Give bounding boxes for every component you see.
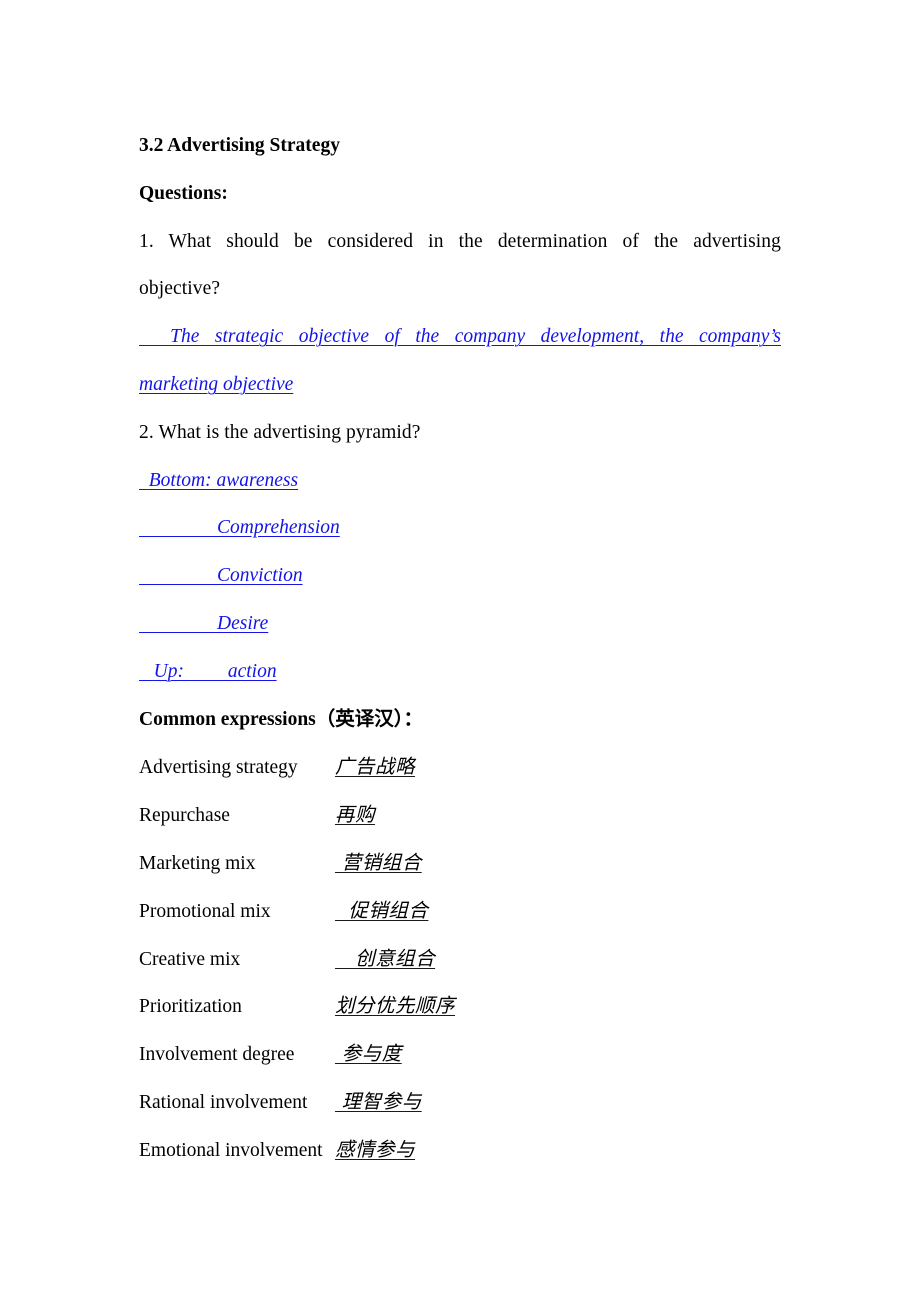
vocab-chinese: 再购 <box>335 803 376 827</box>
vocab-chinese: 创意组合 <box>335 946 436 970</box>
answer-underline-text: Conviction <box>139 565 303 587</box>
vocab-row: Involvement degree 参与度 <box>139 1030 781 1078</box>
section-heading: 3.2 Advertising Strategy <box>139 135 340 156</box>
vocab-chinese: 参与度 <box>335 1042 402 1066</box>
vocab-english: Repurchase <box>139 805 230 827</box>
answer-underline-text: marketing objective <box>139 373 294 395</box>
vocab-english: Prioritization <box>139 996 242 1018</box>
question-2-answer-line-3: Conviction <box>139 552 781 600</box>
vocab-english: Marketing mix <box>139 852 256 874</box>
vocab-chinese: 促销组合 <box>335 898 429 922</box>
answer-underline-text: Comprehension <box>139 517 340 539</box>
common-expressions-label: Common expressions（英译汉）： <box>139 708 424 730</box>
vocab-row: Promotional mix 促销组合 <box>139 887 781 935</box>
vocab-chinese: 营销组合 <box>335 850 422 874</box>
vocab-english: Promotional mix <box>139 900 271 922</box>
question-1-answer-line-2: marketing objective <box>139 361 781 409</box>
vocab-english: Emotional involvement <box>139 1139 323 1161</box>
vocab-chinese: 划分优先顺序 <box>335 994 456 1018</box>
vocab-chinese: 感情参与 <box>335 1137 416 1161</box>
question-2-answer-line-2: Comprehension <box>139 504 781 552</box>
vocab-row: Emotional involvement 感情参与 <box>139 1126 781 1174</box>
answer-underline-text: Up: action <box>139 660 277 682</box>
vocab-row: Prioritization 划分优先顺序 <box>139 982 781 1030</box>
question-1-line-2: objective? <box>139 278 221 300</box>
document-page: 3.2 Advertising Strategy Questions: 1. W… <box>0 0 920 1302</box>
vocab-english: Creative mix <box>139 948 241 970</box>
question-1-answer-line-1: The strategic objective of the company d… <box>139 313 781 361</box>
question-2: 2. What is the advertising pyramid? <box>139 421 421 443</box>
vocab-english: Rational involvement <box>139 1091 308 1113</box>
vocab-english: Advertising strategy <box>139 757 298 779</box>
vocab-row: Rational involvement 理智参与 <box>139 1078 781 1126</box>
vocab-row: Repurchase 再购 <box>139 791 781 839</box>
answer-underline-text: Desire <box>139 612 269 634</box>
vocab-row: Advertising strategy 广告战略 <box>139 743 781 791</box>
question-2-answer-line-4: Desire <box>139 600 781 648</box>
question-2-answer-line-5: Up: action <box>139 648 781 696</box>
vocab-chinese: 理智参与 <box>335 1089 422 1113</box>
questions-label: Questions: <box>139 182 228 204</box>
vocab-row: Creative mix 创意组合 <box>139 935 781 983</box>
answer-underline-text: The strategic objective of the company d… <box>139 326 781 348</box>
vocab-english: Involvement degree <box>139 1044 295 1066</box>
vocab-chinese: 广告战略 <box>335 755 416 779</box>
answer-underline-text: Bottom: awareness <box>139 469 299 491</box>
question-2-answer-line-1: Bottom: awareness <box>139 457 781 505</box>
document-body: 3.2 Advertising Strategy Questions: 1. W… <box>139 122 781 1174</box>
question-1-line-1: 1. What should be considered in the dete… <box>139 230 781 252</box>
vocab-row: Marketing mix 营销组合 <box>139 839 781 887</box>
